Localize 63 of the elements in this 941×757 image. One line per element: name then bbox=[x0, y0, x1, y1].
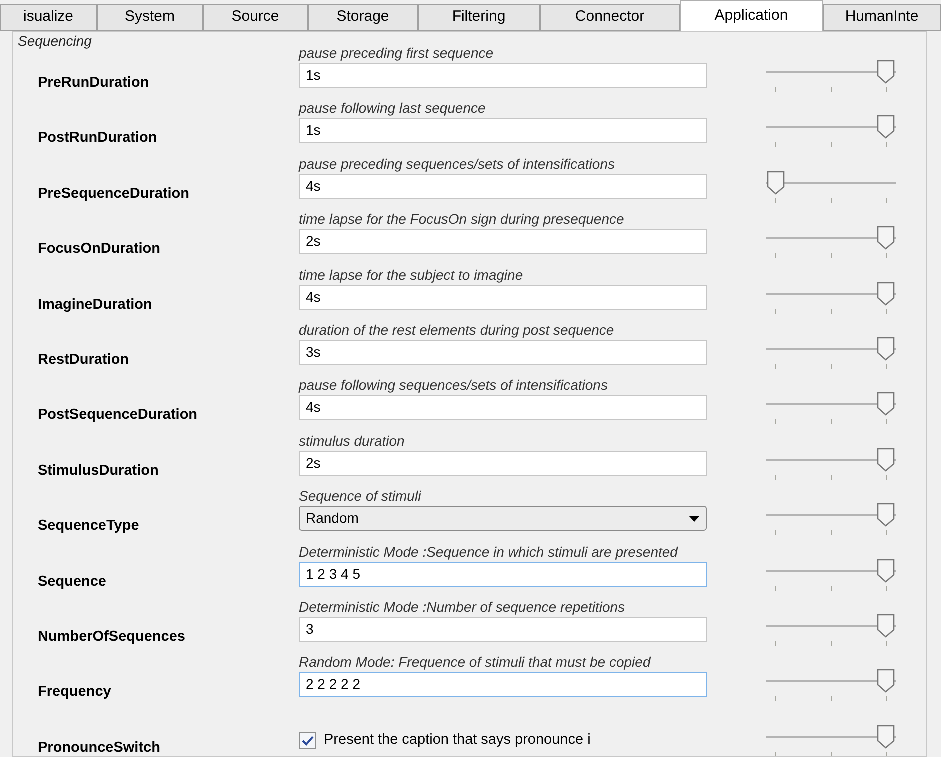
parameter-description: Sequence of stimuli bbox=[299, 488, 422, 504]
parameter-description: Deterministic Mode :Sequence in which stimuli are presented bbox=[299, 544, 680, 560]
parameter-label: PreRunDuration bbox=[37, 74, 150, 93]
tab[interactable]: Connector bbox=[540, 4, 680, 31]
slider-thumb[interactable] bbox=[876, 392, 896, 416]
parameter-description: time lapse for the FocusOn sign during presequence bbox=[299, 211, 626, 228]
parameter-description: pause preceding sequences/sets of intensifications bbox=[299, 156, 616, 172]
parameter-label: PronounceSwitch bbox=[37, 738, 162, 756]
input-field[interactable]: 4s bbox=[299, 284, 707, 310]
parameter-label: RestDuration bbox=[37, 350, 130, 370]
tab[interactable]: Storage bbox=[308, 4, 418, 31]
slider-thumb[interactable] bbox=[876, 669, 896, 694]
slider-thumb[interactable] bbox=[876, 448, 896, 472]
parameter-label: PostSequenceDuration bbox=[37, 406, 199, 426]
slider[interactable] bbox=[766, 722, 896, 756]
slider-thumb[interactable] bbox=[766, 170, 786, 195]
input-field[interactable]: 1 2 3 4 5 bbox=[299, 562, 707, 587]
parameter-description: pause following last sequence bbox=[299, 100, 487, 116]
slider-thumb[interactable] bbox=[876, 115, 896, 140]
checkbox[interactable] bbox=[299, 732, 316, 750]
parameter-label: StimulusDuration bbox=[37, 462, 160, 481]
slider-thumb[interactable] bbox=[876, 724, 896, 749]
input-field[interactable]: 3s bbox=[299, 340, 707, 365]
parameter-description: Deterministic Mode :Number of sequence repetitions bbox=[299, 598, 626, 615]
tab[interactable]: Source bbox=[203, 4, 308, 31]
input-field[interactable]: 1s bbox=[299, 118, 707, 144]
input-field[interactable]: 2s bbox=[299, 450, 707, 476]
dropdown[interactable]: Random bbox=[299, 506, 707, 532]
parameter-description: stimulus duration bbox=[299, 432, 406, 449]
input-field[interactable]: 4s bbox=[299, 395, 707, 420]
parameter-description: duration of the rest elements during post sequence bbox=[299, 322, 616, 338]
slider-thumb[interactable] bbox=[876, 60, 896, 84]
parameter-description: pause following sequences/sets of intensifications bbox=[299, 377, 609, 394]
parameter-label: PreSequenceDuration bbox=[37, 184, 190, 204]
slider-thumb[interactable] bbox=[876, 282, 896, 306]
input-field[interactable]: 2 2 2 2 2 bbox=[299, 672, 707, 698]
checkbox-label: Present the caption that says pronounce i bbox=[324, 730, 591, 750]
input-field[interactable]: 4s bbox=[299, 174, 707, 199]
parameter-label: NumberOfSequences bbox=[37, 628, 186, 647]
parameter-description: Random Mode: Frequence of stimuli that must be copied bbox=[299, 654, 652, 670]
slider-thumb[interactable] bbox=[876, 558, 896, 583]
input-field[interactable]: 2s bbox=[299, 229, 707, 254]
slider-thumb[interactable] bbox=[876, 226, 896, 250]
parameter-label: SequenceType bbox=[37, 517, 140, 536]
slider-thumb[interactable] bbox=[876, 614, 896, 638]
parameter-description: pause preceding first sequence bbox=[299, 45, 495, 61]
slider-thumb[interactable] bbox=[876, 503, 896, 528]
slider-thumb[interactable] bbox=[876, 336, 896, 361]
input-field[interactable]: 3 bbox=[299, 616, 707, 642]
parameter-label: ImagineDuration bbox=[37, 296, 154, 315]
parameter-label: FocusOnDuration bbox=[37, 240, 162, 260]
tab[interactable]: isualize bbox=[0, 4, 97, 31]
parameter-label: Sequence bbox=[37, 572, 108, 592]
tab[interactable]: System bbox=[97, 4, 203, 31]
tab[interactable]: HumanInte bbox=[823, 4, 941, 31]
tab[interactable]: Filtering bbox=[418, 4, 540, 31]
tab[interactable]: Application bbox=[680, 0, 823, 31]
group-title: Sequencing bbox=[18, 33, 92, 49]
parameter-description: time lapse for the subject to imagine bbox=[299, 266, 524, 283]
parameter-label: PostRunDuration bbox=[37, 129, 158, 148]
parameter-label: Frequency bbox=[37, 683, 112, 702]
caret-icon bbox=[689, 516, 700, 522]
input-field[interactable]: 1s bbox=[299, 63, 707, 88]
